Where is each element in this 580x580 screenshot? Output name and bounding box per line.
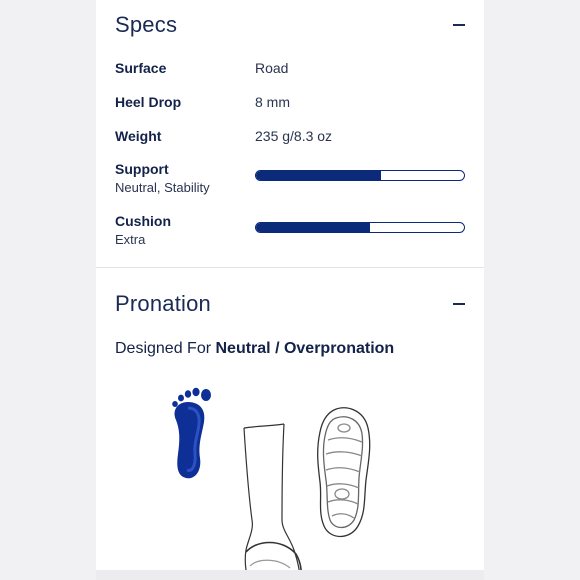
- spec-value: 8 mm: [255, 94, 290, 110]
- spec-value: 235 g/8.3 oz: [255, 128, 333, 144]
- designed-for-prefix: Designed For: [115, 340, 216, 357]
- support-sub: Neutral, Stability: [115, 180, 210, 195]
- background-left: [0, 0, 96, 580]
- background-right: [484, 0, 580, 580]
- specs-collapse-button[interactable]: [452, 18, 466, 32]
- collapse-icon: [453, 303, 465, 305]
- cushion-sub: Extra: [115, 232, 146, 247]
- pronation-header[interactable]: Pronation: [115, 287, 466, 321]
- spec-value: Road: [255, 60, 289, 76]
- spec-row-support: Support Neutral, Stability: [115, 161, 466, 201]
- designed-for-value: Neutral / Overpronation: [215, 340, 395, 357]
- shoe-sole-icon: [317, 407, 371, 538]
- leg-icon: [243, 423, 302, 580]
- pronation-collapse-button[interactable]: [452, 297, 466, 311]
- designed-for-text: Designed For Neutral / Overpronation: [115, 340, 394, 358]
- cushion-bar: [255, 222, 465, 233]
- pronation-illustration: [172, 387, 371, 580]
- support-label: Support: [115, 161, 169, 177]
- specs-title: Specs: [115, 12, 178, 37]
- collapse-icon: [453, 24, 465, 26]
- cushion-label: Cushion: [115, 213, 171, 229]
- spec-label: Surface: [115, 60, 167, 76]
- specs-header[interactable]: Specs: [115, 8, 466, 42]
- pronation-title: Pronation: [115, 291, 211, 316]
- cushion-bar-fill: [256, 223, 371, 232]
- spec-label: Heel Drop: [115, 94, 182, 110]
- bottom-edge: [96, 570, 484, 580]
- foot-print-icon: [172, 387, 211, 479]
- product-details-card: Specs Surface Road Heel Drop 8 mm Weight…: [96, 0, 484, 580]
- support-bar-fill: [256, 171, 381, 180]
- spec-label: Weight: [115, 128, 162, 144]
- spec-row-cushion: Cushion Extra: [115, 213, 466, 253]
- section-divider: [96, 267, 484, 268]
- support-bar: [255, 170, 465, 181]
